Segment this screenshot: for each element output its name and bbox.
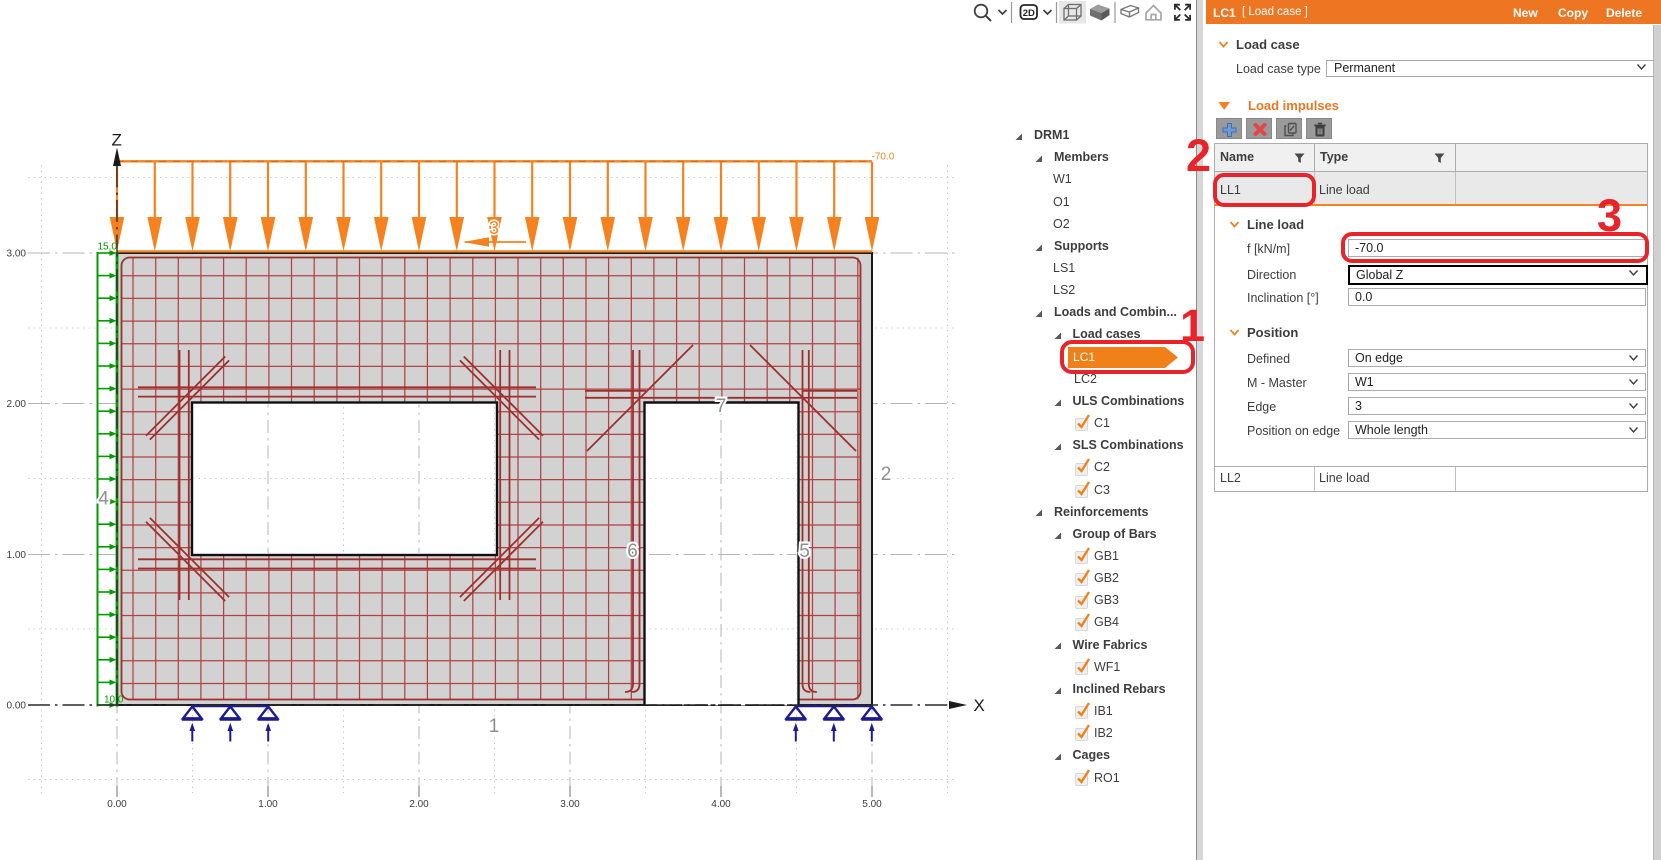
svg-text:2D: 2D — [1023, 8, 1035, 19]
svg-text:X: X — [974, 696, 985, 715]
svg-text:2.00: 2.00 — [409, 799, 429, 810]
svg-text:10.0: 10.0 — [104, 695, 124, 706]
svg-text:7: 7 — [716, 396, 727, 417]
svg-text:3.00: 3.00 — [560, 799, 580, 810]
svg-text:3.00: 3.00 — [7, 249, 27, 260]
svg-text:4: 4 — [98, 489, 109, 510]
svg-text:0.00: 0.00 — [7, 701, 27, 712]
svg-text:Z: Z — [112, 131, 122, 150]
svg-text:2: 2 — [881, 464, 892, 485]
svg-text:2.00: 2.00 — [7, 399, 27, 410]
svg-text:1.00: 1.00 — [7, 550, 27, 561]
svg-text:1: 1 — [489, 716, 500, 737]
svg-text:-70.0: -70.0 — [872, 152, 895, 163]
svg-text:4.00: 4.00 — [711, 799, 731, 810]
svg-text:15.0: 15.0 — [98, 242, 118, 253]
svg-text:0.00: 0.00 — [107, 799, 127, 810]
svg-text:1.00: 1.00 — [258, 799, 278, 810]
svg-text:5: 5 — [799, 541, 810, 562]
svg-text:5.00: 5.00 — [862, 799, 882, 810]
svg-text:3: 3 — [489, 218, 499, 238]
svg-text:6: 6 — [627, 541, 638, 562]
